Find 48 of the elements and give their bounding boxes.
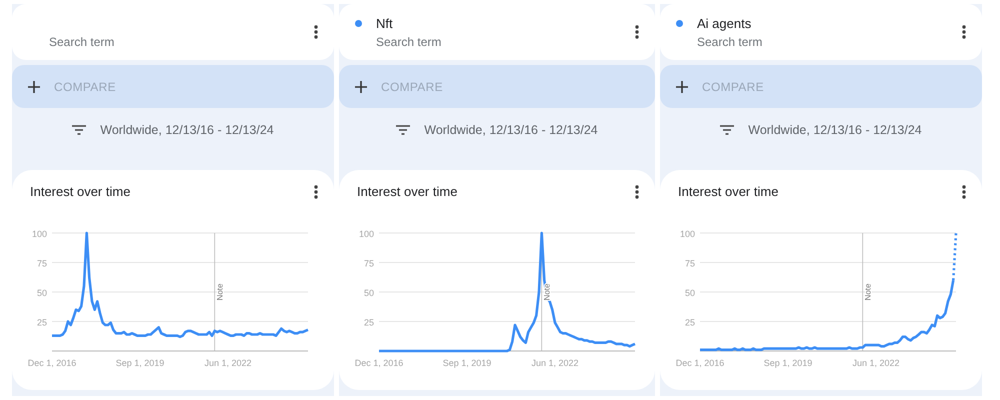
note-label: Note — [864, 284, 873, 300]
note-label: Note — [542, 284, 552, 300]
x-tick-label: Jun 1, 2022 — [204, 358, 252, 368]
filter-text[interactable]: Worldwide, 12/13/16 - 12/13/24 — [748, 123, 922, 137]
x-tick-label: Jun 1, 2022 — [531, 358, 579, 368]
y-tick-label: 50 — [364, 288, 374, 298]
more-menu-icon[interactable] — [312, 25, 320, 39]
dotted-line-series — [952, 232, 958, 280]
filter-icon — [720, 125, 734, 135]
y-tick-label: 25 — [684, 318, 695, 328]
search-term: Ai agents — [697, 16, 752, 31]
x-tick-label: Dec 1, 2016 — [354, 358, 404, 368]
y-tick-label: 25 — [36, 318, 47, 328]
term-subtitle: Search term — [696, 35, 762, 49]
filter-text[interactable]: Worldwide, 12/13/16 - 12/13/24 — [424, 123, 598, 137]
y-tick-label: 100 — [358, 229, 374, 239]
x-tick-label: Dec 1, 2016 — [28, 358, 76, 368]
y-tick-label: 25 — [364, 318, 374, 328]
plus-icon — [355, 80, 367, 92]
search-term: Nft — [376, 16, 393, 31]
plus-icon — [676, 80, 688, 92]
y-tick-label: 75 — [36, 258, 47, 268]
more-menu-icon[interactable] — [312, 184, 320, 198]
filter-icon — [396, 125, 410, 135]
term-subtitle: Search term — [375, 35, 442, 49]
y-tick-label: 50 — [684, 288, 695, 298]
y-tick-label: 100 — [32, 229, 47, 239]
y-tick-label: 50 — [36, 288, 47, 298]
more-menu-icon[interactable] — [633, 184, 641, 198]
x-tick-label: Sep 1, 2019 — [764, 358, 812, 368]
y-tick-label: 75 — [364, 258, 374, 268]
filter-icon — [72, 125, 86, 135]
y-tick-label: 75 — [684, 258, 695, 268]
filter-text[interactable]: Worldwide, 12/13/16 - 12/13/24 — [100, 123, 274, 137]
chart-title: Interest over time — [678, 184, 778, 199]
y-tick-label: 100 — [680, 229, 695, 239]
plus-icon — [28, 80, 40, 92]
term-subtitle: Search term — [48, 35, 114, 49]
more-menu-icon[interactable] — [633, 25, 641, 39]
more-menu-icon[interactable] — [960, 25, 968, 39]
x-tick-label: Dec 1, 2016 — [676, 358, 724, 368]
chart-title: Interest over time — [30, 184, 130, 199]
more-menu-icon[interactable] — [960, 184, 968, 198]
note-label: Note — [216, 284, 225, 300]
x-tick-label: Sep 1, 2019 — [442, 358, 492, 368]
x-tick-label: Jun 1, 2022 — [852, 358, 900, 368]
x-tick-label: Sep 1, 2019 — [116, 358, 164, 368]
chart-title: Interest over time — [357, 184, 458, 199]
